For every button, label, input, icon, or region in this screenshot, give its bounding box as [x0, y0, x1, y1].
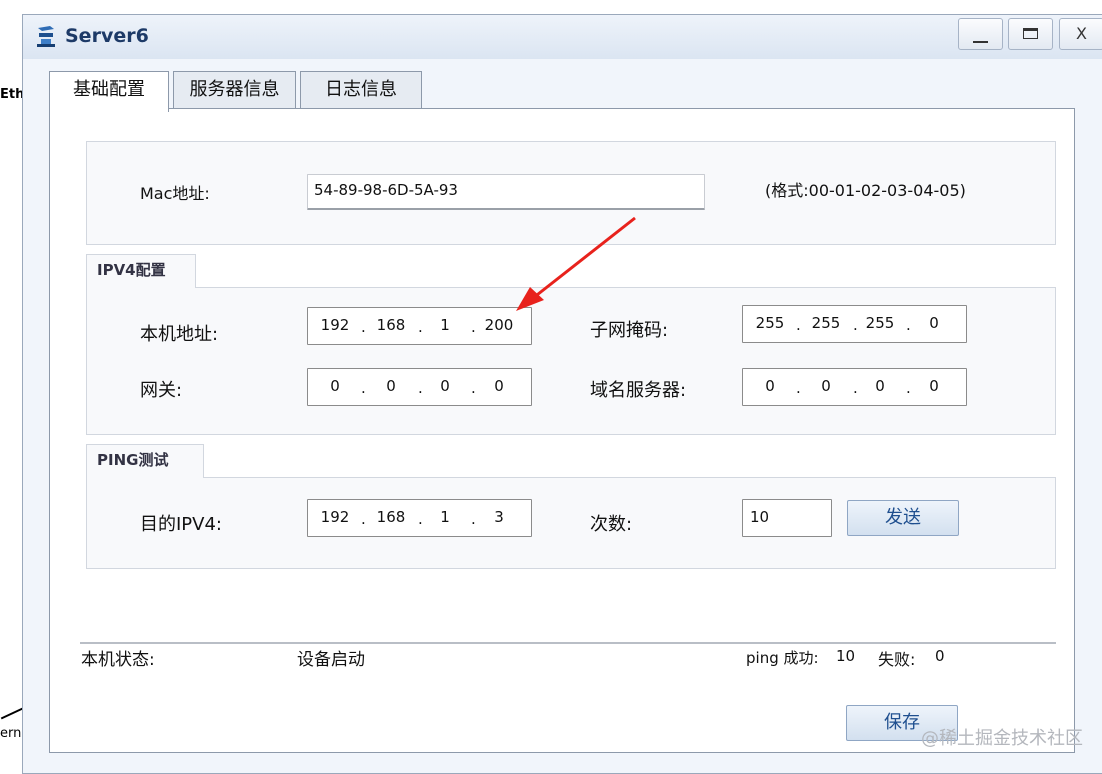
mask-octet-1: 255: [755, 314, 785, 332]
ip-dot: .: [418, 318, 423, 336]
server-app-icon: [37, 26, 55, 47]
basic-config-panel: Mac地址: 54-89-98-6D-5A-93 (格式:00-01-02-03…: [49, 108, 1075, 753]
ip-dot: .: [906, 316, 911, 334]
host-octet-3: 1: [440, 316, 450, 334]
ping-success-count: 10: [836, 647, 856, 665]
dest-octet-1: 192: [320, 508, 350, 526]
title-bar[interactable]: Server6 X: [23, 15, 1102, 59]
host-octet-1: 192: [320, 316, 350, 334]
ip-dot: .: [418, 379, 423, 397]
ip-dot: .: [471, 510, 476, 528]
window-title: Server6: [65, 25, 149, 47]
ip-dot: .: [361, 318, 366, 336]
server6-window: Server6 X 基础配置 服务器信息 日志信息 Mac地址: 54-89-9…: [22, 14, 1102, 774]
gateway-octet-1: 0: [330, 377, 340, 395]
dest-octet-4: 3: [494, 508, 504, 526]
ip-dot: .: [471, 379, 476, 397]
dest-ipv4-input[interactable]: 192. 168. 1. 3: [307, 499, 532, 537]
ping-count-label: 次数:: [590, 514, 633, 535]
ip-dot: .: [853, 379, 858, 397]
tab-basic-config[interactable]: 基础配置: [49, 71, 169, 112]
subnet-mask-input[interactable]: 255. 255. 255. 0: [742, 305, 967, 343]
ping-fail-count: 0: [935, 647, 945, 665]
background-label-ethernet: ern: [0, 726, 22, 741]
dns-octet-3: 0: [875, 377, 885, 395]
dest-ipv4-label: 目的IPV4:: [140, 514, 222, 535]
dest-octet-3: 1: [440, 508, 450, 526]
ip-dot: .: [361, 510, 366, 528]
arrow-shaft: [527, 216, 636, 304]
host-address-input[interactable]: 192. 168. 1. 200: [307, 307, 532, 345]
status-separator: [80, 642, 1056, 644]
mask-octet-4: 0: [929, 314, 939, 332]
ip-dot: .: [796, 316, 801, 334]
dns-server-input[interactable]: 0. 0. 0. 0: [742, 368, 967, 406]
ping-success-label: ping 成功:: [746, 649, 819, 667]
dns-octet-2: 0: [821, 377, 831, 395]
dns-server-label: 域名服务器:: [590, 380, 687, 401]
dest-octet-2: 168: [376, 508, 406, 526]
mac-input[interactable]: 54-89-98-6D-5A-93: [307, 174, 705, 210]
mask-octet-2: 255: [811, 314, 841, 332]
send-button[interactable]: 发送: [847, 500, 959, 536]
ipv4-group-title: IPV4配置: [86, 254, 196, 288]
host-octet-2: 168: [376, 316, 406, 334]
ip-dot: .: [796, 379, 801, 397]
mask-octet-3: 255: [865, 314, 895, 332]
gateway-octet-4: 0: [494, 377, 504, 395]
maximize-button[interactable]: [1008, 18, 1053, 50]
tab-log-info[interactable]: 日志信息: [300, 71, 422, 109]
ping-count-input[interactable]: 10: [742, 499, 832, 537]
annotation-arrow: [516, 216, 636, 311]
host-address-label: 本机地址:: [140, 324, 219, 345]
ip-dot: .: [471, 318, 476, 336]
gateway-input[interactable]: 0. 0. 0. 0: [307, 368, 532, 406]
maximize-icon: [1023, 28, 1038, 39]
ping-group: PING测试 目的IPV4: 192. 168. 1. 3 次数: 10 发送: [86, 444, 1056, 569]
gateway-octet-2: 0: [386, 377, 396, 395]
ip-dot: .: [418, 510, 423, 528]
ip-dot: .: [906, 379, 911, 397]
watermark: @稀土掘金技术社区: [921, 728, 1083, 749]
ip-dot: .: [361, 379, 366, 397]
minimize-icon: [973, 41, 988, 43]
ping-group-title: PING测试: [86, 444, 204, 478]
ip-dot: .: [853, 316, 858, 334]
device-status-value: 设备启动: [297, 650, 365, 670]
arrow-head-icon: [516, 287, 544, 311]
gateway-label: 网关:: [140, 380, 183, 401]
gateway-octet-3: 0: [440, 377, 450, 395]
device-status-label: 本机状态:: [81, 650, 155, 670]
mac-format-hint: (格式:00-01-02-03-04-05): [765, 181, 966, 200]
tab-server-info[interactable]: 服务器信息: [173, 71, 296, 109]
close-icon: X: [1076, 24, 1087, 43]
ping-fail-label: 失败:: [878, 650, 916, 669]
background-label-eth: Eth: [0, 87, 25, 102]
mac-label: Mac地址:: [140, 184, 210, 203]
dns-octet-1: 0: [765, 377, 775, 395]
close-button[interactable]: X: [1059, 18, 1102, 50]
dns-octet-4: 0: [929, 377, 939, 395]
minimize-button[interactable]: [958, 18, 1003, 50]
